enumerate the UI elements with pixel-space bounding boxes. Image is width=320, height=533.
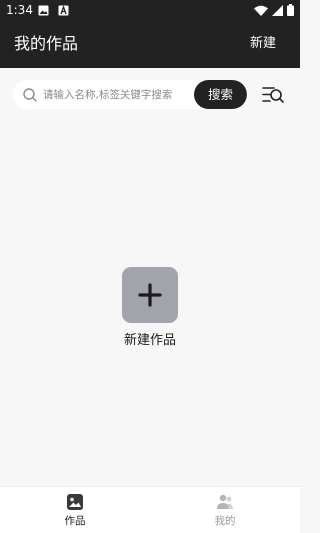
new-button[interactable]: 新建 <box>250 33 276 55</box>
gallery-icon <box>67 494 83 510</box>
plus-icon <box>138 283 162 307</box>
battery-icon <box>287 4 294 16</box>
status-notification-icons <box>38 5 69 16</box>
wifi-icon <box>254 5 268 16</box>
status-bar: 1:34 <box>0 0 300 20</box>
status-time: 1:34 <box>6 3 33 17</box>
text-notification-icon <box>58 5 69 16</box>
nav-item-works[interactable]: 作品 <box>0 487 150 533</box>
nav-item-mine[interactable]: 我的 <box>150 487 300 533</box>
gallery-notification-icon <box>38 5 49 16</box>
search-box: 搜索 <box>13 80 247 109</box>
nav-label-mine: 我的 <box>214 515 236 527</box>
search-button[interactable]: 搜索 <box>194 80 247 109</box>
signal-icon <box>272 4 283 16</box>
app-screen: 1:34 我的作品 新建 请输入名称,标签关键字搜索 搜索 新建作品 作品 我的 <box>0 0 300 533</box>
nav-label-works: 作品 <box>64 515 86 527</box>
search-icon <box>23 88 37 102</box>
page-title: 我的作品 <box>14 34 79 53</box>
search-input[interactable] <box>43 80 203 109</box>
user-group-icon <box>217 494 233 509</box>
bottom-nav: 作品 我的 <box>0 486 300 533</box>
create-work-button[interactable] <box>122 267 178 323</box>
filter-search-icon[interactable] <box>262 85 284 105</box>
search-row: 搜索 <box>0 68 300 122</box>
app-bar: 我的作品 新建 <box>0 20 300 68</box>
create-work-label: 新建作品 <box>123 333 176 348</box>
status-system-icons <box>254 4 294 16</box>
